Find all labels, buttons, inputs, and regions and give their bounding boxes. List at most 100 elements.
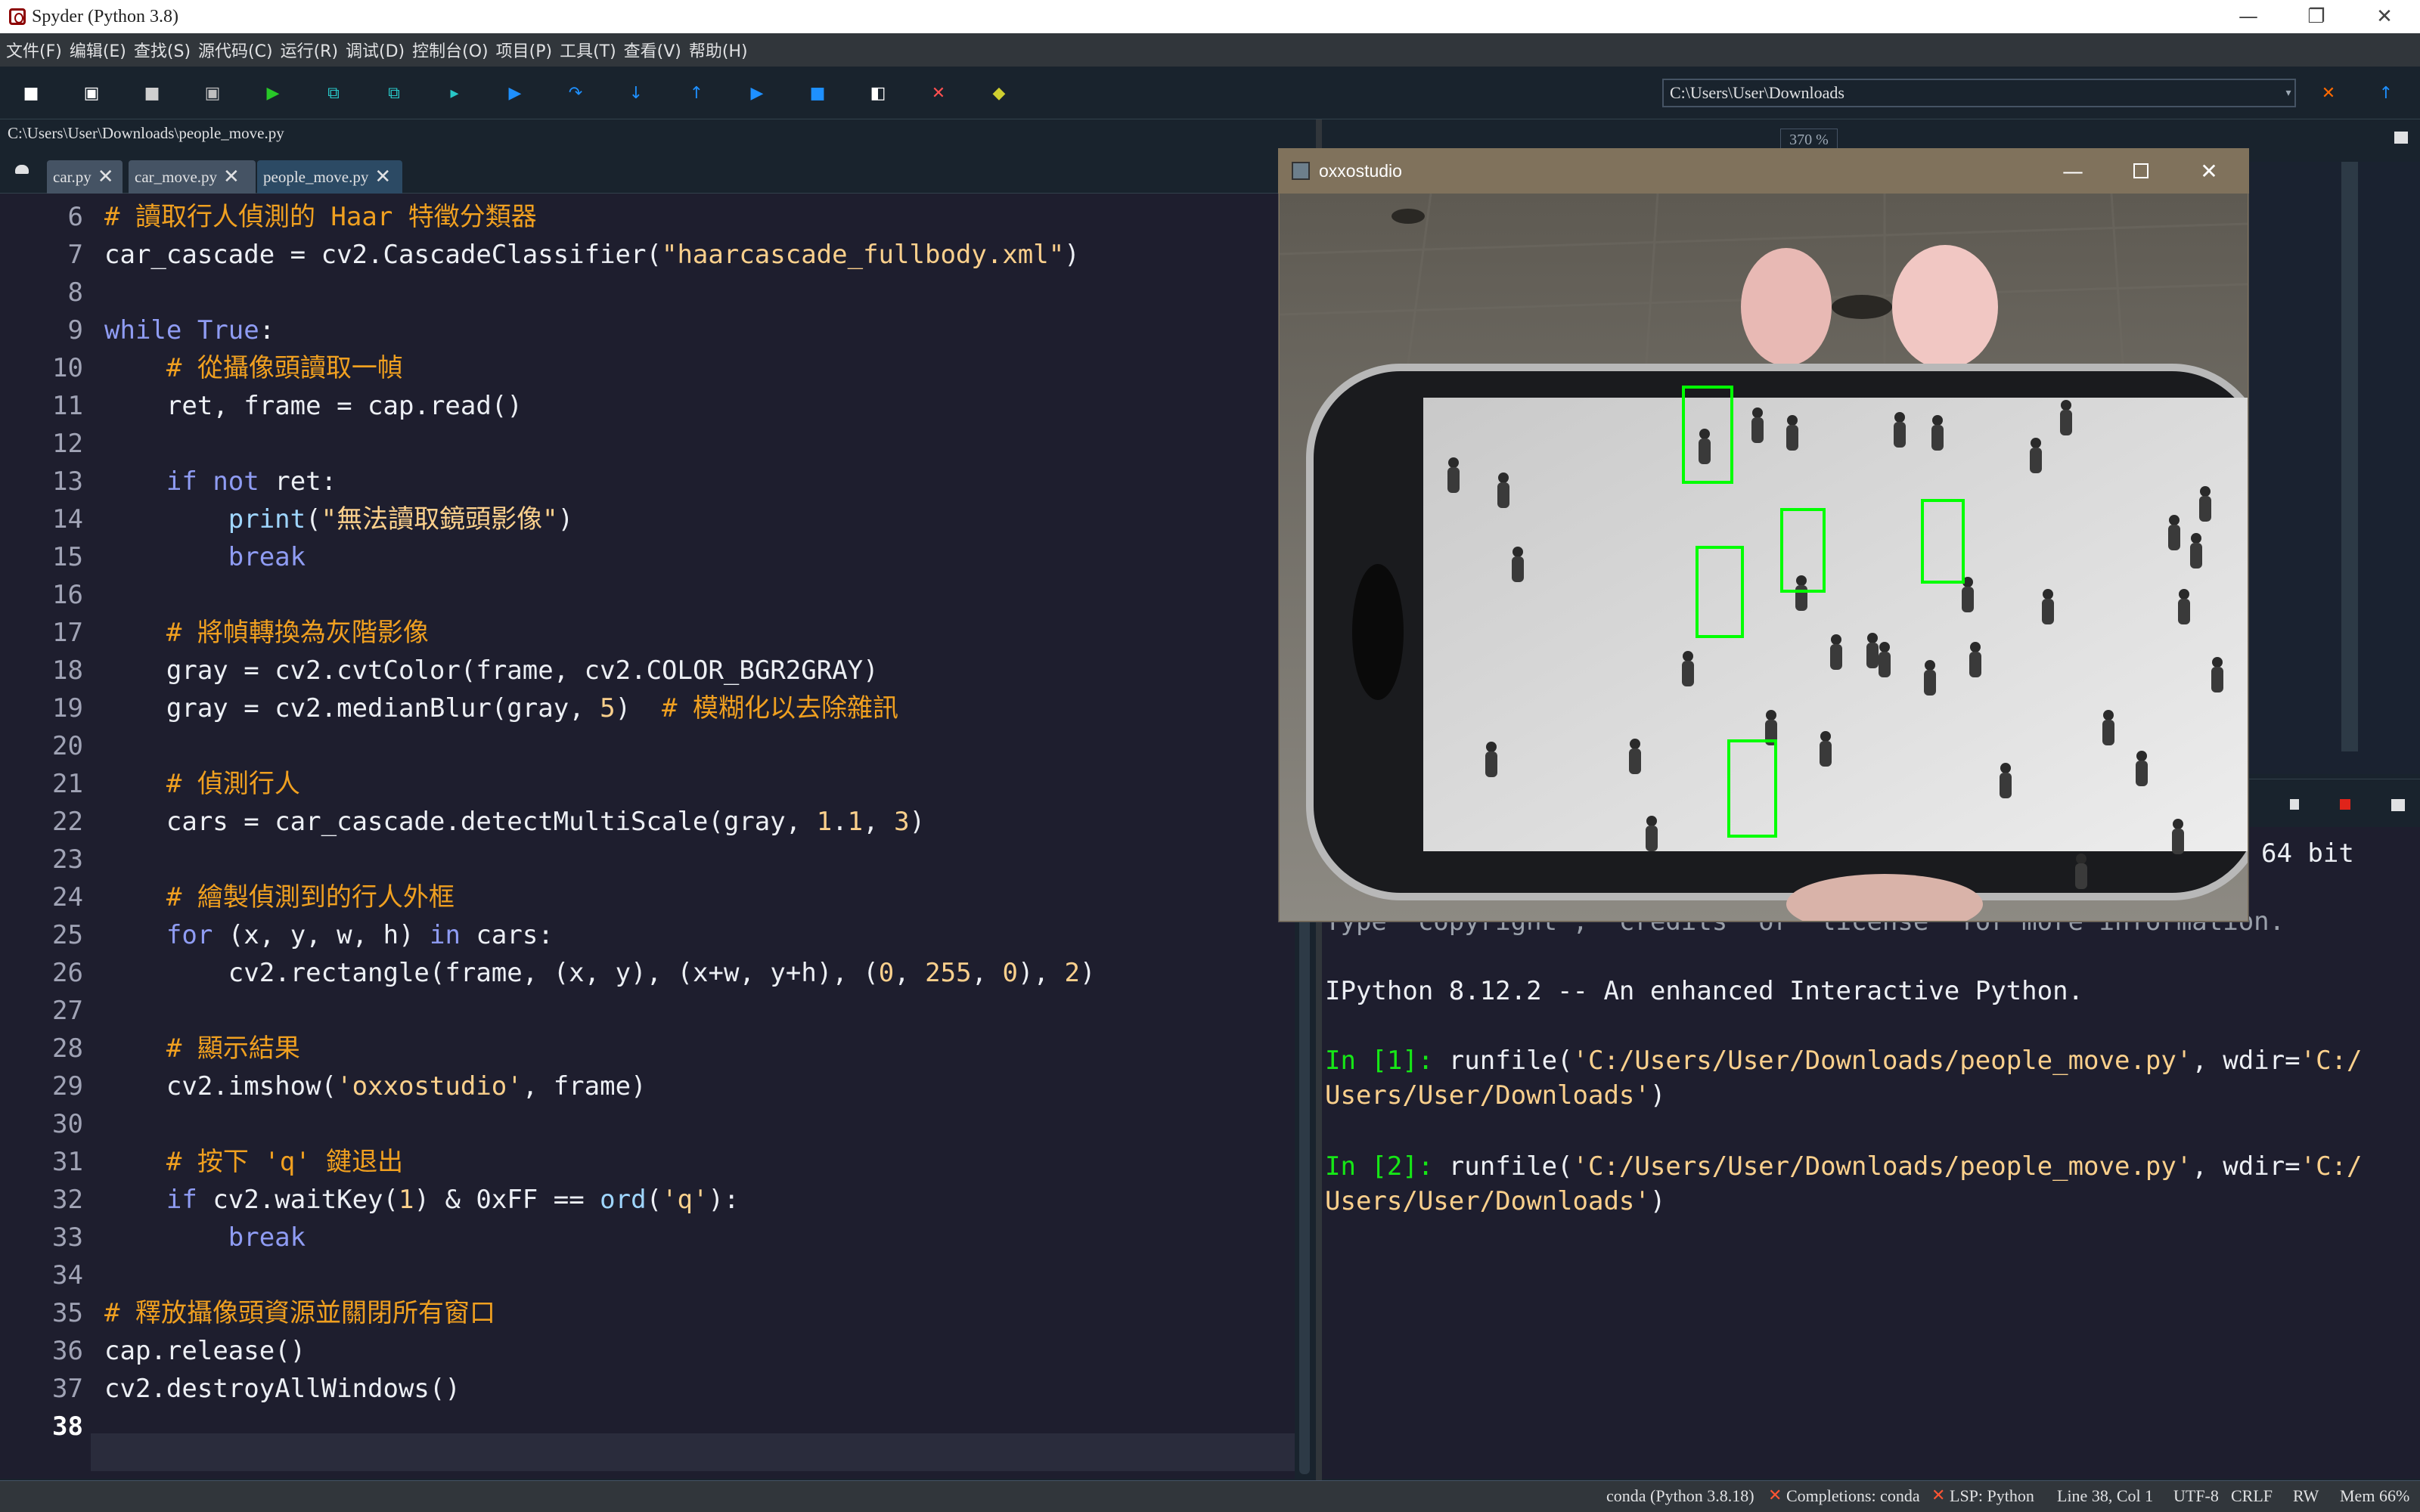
editor-tab-people-move[interactable]: people_move.py ✕ xyxy=(257,160,402,194)
status-memory: Mem 66% xyxy=(2340,1486,2410,1505)
image-window-maximize-button[interactable] xyxy=(2107,148,2175,194)
open-file-icon[interactable]: ▣ xyxy=(80,82,103,104)
camera-frame xyxy=(1280,194,2248,921)
stop-debug-icon[interactable]: ■ xyxy=(806,82,829,104)
console-tab-icon[interactable] xyxy=(2290,799,2299,810)
menu-item-4[interactable]: 运行(R) xyxy=(281,38,338,62)
line-number: 36 xyxy=(52,1336,83,1366)
menu-item-0[interactable]: 文件(F) xyxy=(6,38,62,62)
menu-item-6[interactable]: 控制台(O) xyxy=(412,38,488,62)
pedestrian xyxy=(1699,429,1711,464)
console-prompt: In [2]: xyxy=(1325,1151,1434,1182)
code-line: # 讀取行人偵測的 Haar 特徵分類器 xyxy=(104,202,537,232)
maximize-button[interactable]: ❐ xyxy=(2282,0,2350,33)
pedestrian xyxy=(1830,634,1842,670)
image-window-close-button[interactable]: ✕ xyxy=(2175,148,2243,194)
run-selection-icon[interactable]: ▸ xyxy=(443,82,466,104)
pedestrian xyxy=(1931,415,1944,451)
step-icon[interactable]: ↷ xyxy=(564,82,587,104)
stop-kernel-icon[interactable] xyxy=(2340,799,2350,810)
spyder-logo-icon xyxy=(9,8,26,25)
new-file-icon[interactable]: ■ xyxy=(20,82,42,104)
camera-frame-image xyxy=(1280,194,2248,921)
editor-tab-car-move[interactable]: car_move.py ✕ xyxy=(129,160,256,194)
run-icon[interactable]: ▶ xyxy=(262,82,284,104)
tab-close-icon[interactable]: ✕ xyxy=(374,166,391,188)
line-number: 29 xyxy=(52,1071,83,1101)
minimize-button[interactable]: — xyxy=(2214,0,2282,33)
pane-options-icon[interactable] xyxy=(2394,132,2408,144)
line-number: 17 xyxy=(52,618,83,648)
editor-tab-car[interactable]: car.py ✕ xyxy=(47,160,123,194)
window-app-icon xyxy=(1292,162,1310,180)
parent-directory-icon[interactable]: ↑ xyxy=(2375,82,2397,104)
image-window-minimize-button[interactable]: — xyxy=(2039,148,2107,194)
pedestrian xyxy=(2000,763,2012,798)
line-number: 31 xyxy=(52,1147,83,1177)
debug-icon[interactable]: ▶ xyxy=(504,82,526,104)
app-title-text: Spyder (Python 3.8) xyxy=(32,7,178,26)
line-number: 15 xyxy=(52,542,83,572)
menu-item-2[interactable]: 查找(S) xyxy=(134,38,191,62)
console-options-icon[interactable] xyxy=(2391,799,2405,811)
status-mode: RW xyxy=(2293,1486,2319,1505)
menu-item-5[interactable]: 调试(D) xyxy=(346,38,405,62)
status-env[interactable]: conda (Python 3.8.18) xyxy=(1606,1480,1754,1512)
line-number: 16 xyxy=(52,580,83,610)
status-completions[interactable]: Completions: conda xyxy=(1786,1480,1920,1512)
step-into-icon[interactable]: ↓ xyxy=(625,82,647,104)
menu-item-8[interactable]: 工具(T) xyxy=(560,38,616,62)
status-lsp[interactable]: LSP: Python xyxy=(1950,1480,2034,1512)
run-cell-icon[interactable]: ⧉ xyxy=(322,82,345,104)
save-all-icon[interactable]: ▣ xyxy=(201,82,224,104)
pedestrian xyxy=(2102,710,2114,745)
maximize-pane-icon[interactable]: ◧ xyxy=(867,82,889,104)
console-banner-tail: 64 bit xyxy=(2261,838,2354,869)
code-line: # 按下 'q' 鍵退出 xyxy=(166,1147,404,1177)
pedestrian xyxy=(1751,407,1764,443)
code-line: cars = car_cascade.detectMultiScale(gray… xyxy=(166,807,926,837)
tab-close-icon[interactable]: ✕ xyxy=(98,166,114,188)
browse-tabs-icon[interactable] xyxy=(15,165,29,174)
run-cell-advance-icon[interactable]: ⧉ xyxy=(383,82,405,104)
menu-item-1[interactable]: 编辑(E) xyxy=(70,38,126,62)
continue-icon[interactable]: ▶ xyxy=(746,82,768,104)
pedestrian xyxy=(1629,739,1641,774)
clear-path-icon[interactable]: ✕ xyxy=(2317,82,2340,104)
preferences-icon[interactable]: ✕ xyxy=(927,82,950,104)
tab-close-icon[interactable]: ✕ xyxy=(223,166,240,188)
code-line: cap.release() xyxy=(104,1336,306,1366)
save-icon[interactable]: ■ xyxy=(141,82,163,104)
console-input-continuation: Users/User/Downloads') xyxy=(1325,1184,1665,1219)
line-number: 26 xyxy=(52,958,83,988)
console-mid: , wdir= xyxy=(2192,1046,2301,1076)
console-arg2a: 'C:/ xyxy=(2300,1151,2363,1182)
pedestrian xyxy=(2075,854,2087,889)
console-arg1: 'C:/Users/User/Downloads/people_move.py' xyxy=(1572,1046,2192,1076)
console-arg2b: Users/User/Downloads' xyxy=(1325,1080,1650,1111)
pedestrian xyxy=(1646,816,1658,851)
menu-item-7[interactable]: 项目(P) xyxy=(496,38,552,62)
code-line: # 顯示結果 xyxy=(166,1033,300,1064)
pedestrian xyxy=(2199,486,2211,522)
pedestrian xyxy=(1924,660,1936,696)
help-scrollbar[interactable] xyxy=(2341,162,2358,751)
title-bar: Spyder (Python 3.8) — ❐ ✕ xyxy=(0,0,2420,33)
close-button[interactable]: ✕ xyxy=(2350,0,2418,33)
python-path-icon[interactable]: ◆ xyxy=(988,82,1010,104)
pedestrian xyxy=(1512,547,1524,582)
menu-item-3[interactable]: 源代码(C) xyxy=(198,38,273,62)
working-directory-combo[interactable]: C:\Users\User\Downloads xyxy=(1662,79,2296,107)
lsp-error-icon: ✕ xyxy=(1931,1486,1946,1505)
pedestrian xyxy=(1866,633,1879,668)
menu-item-10[interactable]: 帮助(H) xyxy=(689,38,748,62)
line-number: 24 xyxy=(52,882,83,912)
line-number-gutter: 6 7 8 9 10 11 12 13 14 15 16 17 18 19 20 21 22 23 24 25 26 27… xyxy=(0,194,91,1479)
menu-item-9[interactable]: 查看(V) xyxy=(624,38,681,62)
line-number: 38 xyxy=(52,1411,83,1442)
code-line: while True: xyxy=(104,315,275,345)
code-line: cv2.destroyAllWindows() xyxy=(104,1374,461,1404)
step-return-icon[interactable]: ↑ xyxy=(685,82,708,104)
line-number: 28 xyxy=(52,1033,83,1064)
dropdown-arrow-icon[interactable]: ▾ xyxy=(2281,79,2296,107)
